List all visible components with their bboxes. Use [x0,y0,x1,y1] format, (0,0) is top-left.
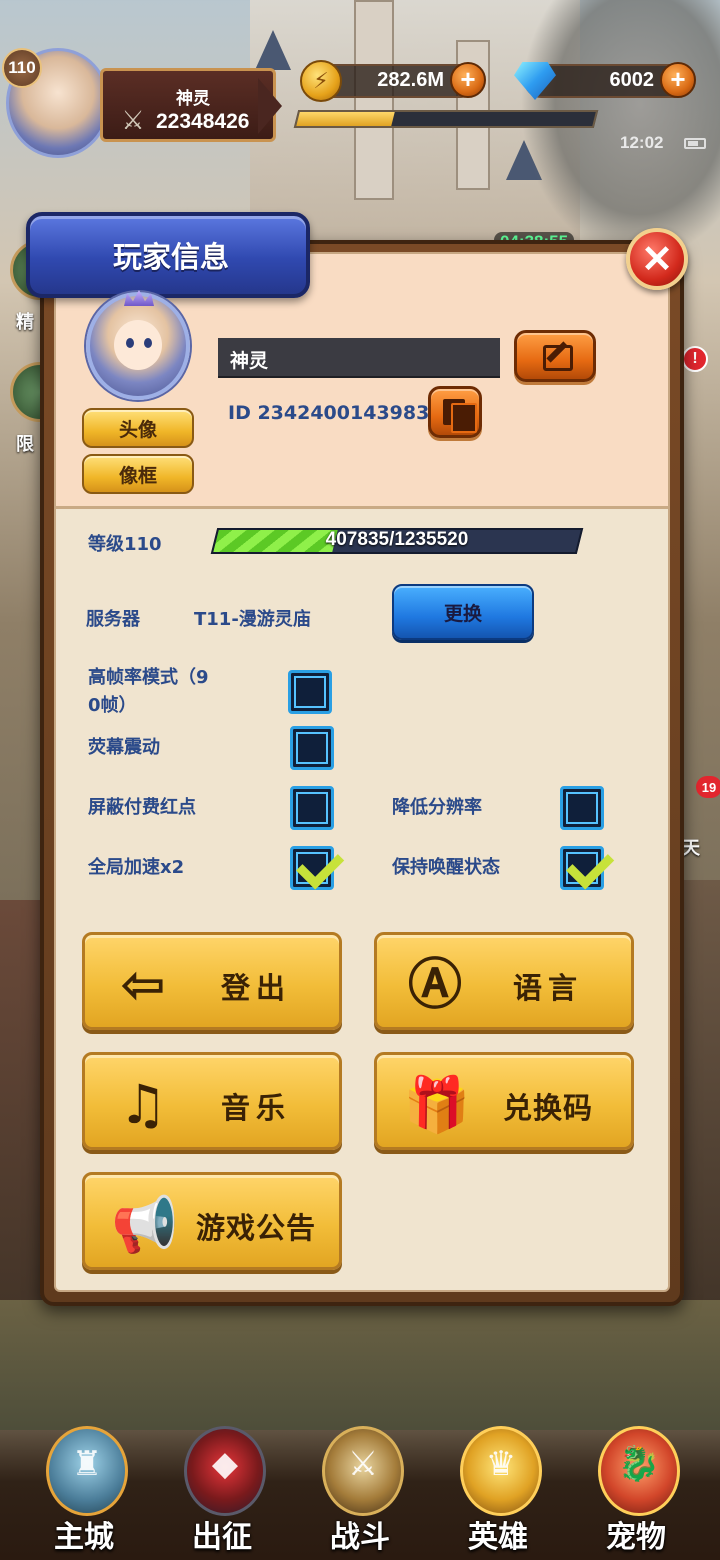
checkmark-icon [565,845,605,889]
hud-level-badge: 110 [2,48,42,88]
clock: 12:02 [620,133,664,152]
checkmark-icon [295,845,335,889]
dialog-title: 玩家信息 [112,240,229,274]
side-limited-label: 限 [16,434,34,455]
announcement-button[interactable]: 📢 游戏公告 [82,1172,342,1270]
change-frame-button[interactable]: 像框 [82,454,194,494]
nav-pets[interactable]: 🐉 宠物 [576,1418,696,1558]
coin-icon [300,60,342,102]
high-fps-checkbox[interactable] [288,670,332,714]
add-coins-button[interactable]: + [450,62,486,98]
high-fps-label: 高帧率模式（9 0帧） [88,664,209,720]
nav-expedition-label: 出征 [192,1520,252,1555]
logout-label: 登出 [220,971,291,1005]
notification-count-badge: 19 [696,776,720,798]
battery-icon [684,138,706,149]
hide-paid-dot-checkbox[interactable] [290,786,334,830]
language-button[interactable]: Ⓐ 语言 [374,932,634,1030]
hud-name-plate-arrow [258,78,282,134]
global-speed-label: 全局加速x2 [88,857,185,878]
nav-heroes[interactable]: ♛ 英雄 [438,1418,558,1558]
avatar-eye [126,338,134,348]
hud-power-value: 22348426 [156,110,250,133]
hide-paid-dot-label: 屏蔽付费红点 [88,797,196,818]
hud-player-name: 神灵 [176,89,210,109]
high-fps-label-line1: 高帧率模式（9 [88,667,209,688]
global-speed-checkbox[interactable] [290,846,334,890]
keep-awake-label: 保持唤醒状态 [392,857,500,878]
hud-exp-bar [293,110,599,128]
music-button[interactable]: ♫ 音乐 [82,1052,342,1150]
level-exp-text: 407835/1235520 [325,529,469,550]
background-roof [255,30,291,70]
nav-battle-label: 战斗 [330,1520,390,1555]
keep-awake-checkbox[interactable] [560,846,604,890]
close-button[interactable]: ✕ [626,228,688,290]
crossed-swords-icon: ⚔ [121,106,145,136]
nav-pets-label: 宠物 [606,1520,666,1555]
background-dragon [520,0,720,260]
nav-city[interactable]: ♜ 主城 [24,1418,144,1558]
side-event-label: 精 [16,312,34,333]
screen-shake-label: 荧幕震动 [88,737,160,758]
side-right-label: 天 [682,838,700,859]
nav-city-label: 主城 [54,1520,114,1555]
language-label: 语言 [512,971,583,1005]
alert-badge: ! [682,346,708,372]
music-label: 音乐 [220,1091,291,1125]
megaphone-icon: 📢 [111,1193,179,1256]
lower-resolution-checkbox[interactable] [560,786,604,830]
logout-icon: ⇦ [120,953,166,1016]
lower-resolution-label: 降低分辨率 [392,797,482,818]
change-avatar-button[interactable]: 头像 [82,408,194,448]
background-tower [354,0,394,200]
announcement-label: 游戏公告 [195,1211,316,1245]
avatar-eye [144,338,152,348]
server-name: T11-漫游灵庙 [194,609,311,630]
music-note-icon: ♫ [118,1073,168,1136]
high-fps-label-line2: 0帧） [88,695,137,716]
screen-shake-checkbox[interactable] [290,726,334,770]
avatar-face [114,320,162,370]
redeem-code-label: 兑换码 [502,1091,593,1125]
player-name-field: 神灵 [218,338,500,378]
gem-amount: 6002 [609,69,655,91]
nav-heroes-label: 英雄 [468,1520,528,1555]
language-icon: Ⓐ [408,953,462,1016]
server-label: 服务器 [86,609,140,630]
level-label: 等级110 [88,534,162,555]
player-id: ID 2342400143983 [228,402,430,424]
panel-divider [56,506,668,509]
edit-name-button[interactable] [514,330,596,382]
hud-exp-fill [296,112,395,126]
close-icon: ✕ [641,238,673,281]
change-server-button[interactable]: 更换 [392,584,534,640]
pencil-edit-icon [543,345,573,371]
tower-glyph-icon: ♜ [71,1444,103,1484]
copy-id-button[interactable] [428,386,482,438]
dragon-glyph-icon: 🐉 [617,1444,661,1484]
add-gems-button[interactable]: + [660,62,696,98]
coin-amount: 282.6M [377,69,444,91]
gift-icon: 🎁 [403,1073,471,1136]
logout-button[interactable]: ⇦ 登出 [82,932,342,1030]
nav-battle[interactable]: ⚔ 战斗 [300,1418,420,1558]
crown-glyph-icon: ♛ [485,1444,517,1484]
redeem-code-button[interactable]: 🎁 兑换码 [374,1052,634,1150]
nav-expedition[interactable]: ◆ 出征 [162,1418,282,1558]
copy-icon [443,399,477,433]
background-ground [0,1300,720,1430]
swords-glyph-icon: ⚔ [347,1444,379,1484]
crystal-glyph-icon: ◆ [211,1444,239,1484]
